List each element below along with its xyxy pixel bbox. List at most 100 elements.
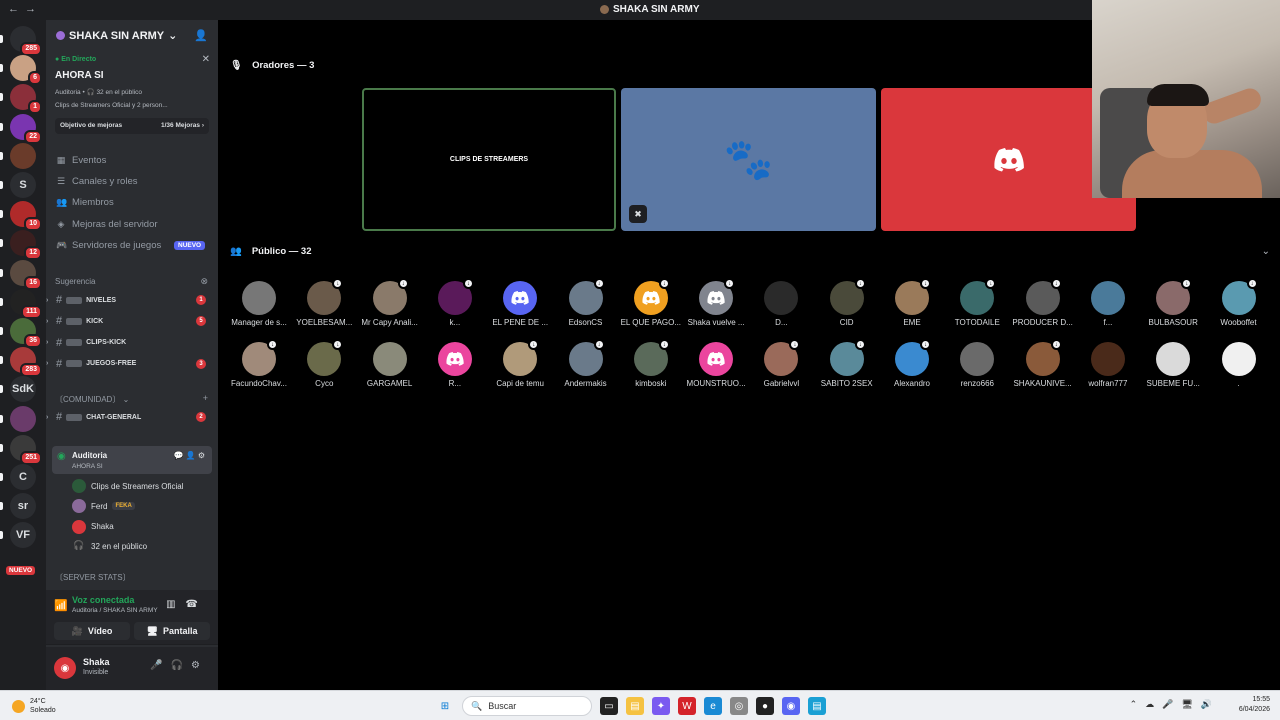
close-icon[interactable]: ✕ <box>202 54 210 65</box>
voice-channel-actions[interactable]: 💬👤⚙ <box>174 451 207 460</box>
category-sugerencia[interactable]: Sugerencia <box>55 277 95 286</box>
voice-user[interactable]: Ferd FEKA <box>72 499 135 514</box>
audience-member[interactable]: ↓ EdsonCS <box>554 278 618 327</box>
audience-member[interactable]: ↓ CID <box>815 278 879 327</box>
audience-member[interactable]: GARGAMEL <box>358 342 422 388</box>
server-icon[interactable]: 283 <box>0 347 42 378</box>
server-icon[interactable] <box>0 405 36 432</box>
audience-member[interactable]: . <box>1207 342 1271 388</box>
audience-member[interactable]: ↓ Capi de temu <box>488 339 552 388</box>
screen-share-button[interactable]: 🖥 Pantalla <box>134 622 210 640</box>
live-stage-card[interactable]: ● En Directo ✕ AHORA SI Auditoria • 🎧 32… <box>52 50 212 138</box>
menu-item-miembros[interactable]: 👥 Miembros <box>56 197 114 208</box>
gear-icon[interactable]: ⚙ <box>191 660 208 671</box>
boost-goal[interactable]: Objetivo de mejoras 1/36 Mejoras › <box>55 118 209 134</box>
audience-member[interactable]: MOUNSTRUO... <box>684 342 748 388</box>
audience-member[interactable]: ↓ kimboski <box>619 339 683 388</box>
audience-member[interactable]: ↓ EME <box>880 278 944 327</box>
audience-member[interactable]: ↓ TOTODAILE <box>945 278 1009 327</box>
audience-member[interactable]: D... <box>749 281 813 327</box>
channel-clips-kick[interactable]: › # CLIPS-KICK <box>46 335 210 351</box>
audience-member[interactable]: ↓ Gabrielvvl <box>749 339 813 388</box>
audience-member[interactable]: R... <box>423 342 487 388</box>
discord-taskbar-icon[interactable]: ◉ <box>782 697 800 715</box>
audience-member[interactable]: ↓ SHAKAUNIVE... <box>1011 339 1075 388</box>
server-icon[interactable]: 12 <box>0 230 42 261</box>
close-category-icon[interactable]: ⊗ <box>200 276 208 287</box>
server-icon[interactable]: 16 <box>0 259 42 290</box>
audience-member[interactable]: SUBEME FU... <box>1141 342 1205 388</box>
server-icon[interactable]: 251 <box>0 434 42 465</box>
audience-member[interactable]: ↓ Wooboffet <box>1207 278 1271 327</box>
category-server-stats[interactable]: 〔SERVER STATS〕 <box>55 572 131 583</box>
audience-member[interactable]: ↓ Andermakis <box>554 339 618 388</box>
invite-people-icon[interactable]: 👤 <box>194 29 208 42</box>
forward-arrow-icon[interactable]: → <box>25 3 36 15</box>
voice-location[interactable]: Auditoria / SHAKA SIN ARMY <box>72 607 158 614</box>
audience-member[interactable]: ↓ Cyco <box>292 339 356 388</box>
server-icon[interactable]: 6 <box>0 55 42 86</box>
add-channel-icon[interactable]: + <box>203 393 208 403</box>
audience-member[interactable]: wolfran777 <box>1076 342 1140 388</box>
server-icon[interactable]: 36 <box>0 318 42 348</box>
weather-widget[interactable]: 24°C Soleado <box>12 697 56 715</box>
task-view-icon[interactable]: ▭ <box>600 697 618 715</box>
menu-item-mejoras-del-servidor[interactable]: ◈ Mejoras del servidor <box>56 219 158 230</box>
windows-start-icon[interactable]: ⊞ <box>436 697 454 715</box>
system-tray[interactable]: ⌃☁🎤🖥🔊 <box>1130 699 1220 710</box>
back-arrow-icon[interactable]: ← <box>8 3 19 15</box>
channel-niveles[interactable]: › # NIVELES 1 <box>46 292 210 308</box>
audience-member[interactable]: ↓ YOELBESAM... <box>292 278 356 327</box>
audience-member[interactable]: ↓ EL QUE PAGO... <box>619 278 683 327</box>
audience-member[interactable]: ↓ PRODUCER D... <box>1011 278 1075 327</box>
voice-user[interactable]: Shaka <box>72 519 114 534</box>
user-avatar[interactable]: ◉ <box>54 657 76 679</box>
audience-member[interactable]: Manager de s... <box>227 281 291 327</box>
taskbar-search[interactable]: 🔍 Buscar <box>462 696 592 716</box>
user-name[interactable]: Shaka <box>83 657 110 667</box>
copilot-icon[interactable]: ✦ <box>652 697 670 715</box>
server-icon[interactable]: S <box>0 172 36 198</box>
chevron-down-icon[interactable]: ⌄ <box>1262 246 1270 257</box>
wps-office-icon[interactable]: W <box>678 697 696 715</box>
voice-user[interactable]: Clips de Streamers Oficial <box>72 479 183 493</box>
audience-member[interactable]: ↓ FacundoChav... <box>227 339 291 388</box>
server-icon[interactable]: VF <box>0 522 36 549</box>
file-explorer-icon[interactable]: ▤ <box>626 697 644 715</box>
voice-channel-auditoria[interactable]: ◉ Auditoria AHORA SI 💬👤⚙ <box>52 446 212 474</box>
noise-suppression-icon[interactable]: ▥ <box>166 599 185 610</box>
edge-browser-icon[interactable]: e <box>704 697 722 715</box>
server-icon[interactable]: 22 <box>0 113 42 144</box>
server-icon[interactable]: sr <box>0 493 36 520</box>
server-icon[interactable]: 1 <box>0 84 42 115</box>
audience-member[interactable]: ↓ Alexandro <box>880 339 944 388</box>
obs-icon[interactable]: ● <box>756 697 774 715</box>
server-icon[interactable]: 285 <box>0 26 42 56</box>
disconnect-icon[interactable]: ☎ <box>186 599 208 610</box>
speaker-tile-clips[interactable]: CLIPS DE STREAMERS <box>362 88 616 231</box>
headphones-icon[interactable]: 🎧 <box>171 660 191 671</box>
server-icon[interactable]: C <box>0 464 36 490</box>
microphone-icon[interactable]: 🎤 <box>150 660 170 671</box>
server-icon[interactable] <box>0 142 36 169</box>
server-header[interactable]: SHAKA SIN ARMY ⌄ <box>56 29 177 42</box>
category-comunidad[interactable]: 〔COMUNIDAD〕 ⌄ <box>55 394 129 405</box>
notepad-icon[interactable]: ▤ <box>808 697 826 715</box>
menu-item-eventos[interactable]: ▦ Eventos <box>56 155 107 166</box>
menu-item-canales-y-roles[interactable]: ☰ Canales y roles <box>56 176 138 187</box>
clock[interactable]: 15:55 6/04/2026 <box>1239 695 1270 715</box>
audience-member[interactable]: EL PENE DE ... <box>488 281 552 327</box>
audience-member[interactable]: ↓ Shaka vuelve ... <box>684 278 748 327</box>
server-icon[interactable]: SdK <box>0 376 36 403</box>
audience-member[interactable]: f... <box>1076 281 1140 327</box>
server-icon[interactable]: 111 <box>0 288 42 319</box>
audience-member[interactable]: ↓ Mr Capy Anali... <box>358 278 422 327</box>
speaker-tile-pink-panther[interactable]: 🐾 ✖ <box>621 88 876 231</box>
audience-member[interactable]: ↓ k... <box>423 278 487 327</box>
channel-chat-general[interactable]: › # CHAT-GENERAL 2 <box>46 409 210 425</box>
channel-juegos-free[interactable]: › # JUEGOS-FREE 3 <box>46 356 210 372</box>
menu-item-servidores-de-juegos[interactable]: 🎮 Servidores de juegos <box>56 240 161 251</box>
audience-member[interactable]: renzo666 <box>945 342 1009 388</box>
signal-icon[interactable]: 📶 <box>54 599 68 612</box>
video-button[interactable]: 🎥 Vídeo <box>54 622 130 640</box>
